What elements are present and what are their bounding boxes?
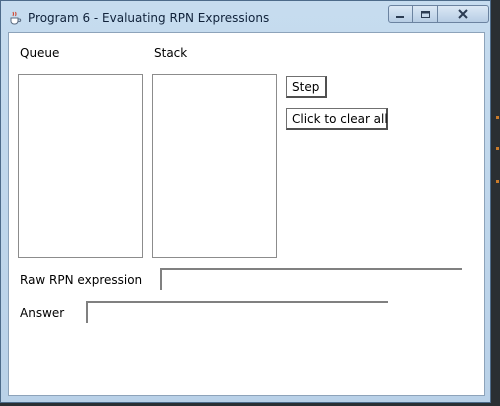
java-cup-icon: [10, 11, 22, 25]
clear-all-button[interactable]: Click to clear all: [286, 108, 388, 130]
background-mark: [496, 116, 499, 119]
answer-label: Answer: [20, 306, 65, 320]
window-title: Program 6 - Evaluating RPN Expressions: [28, 11, 270, 25]
step-button[interactable]: Step: [286, 76, 327, 98]
background-mark: [496, 180, 499, 183]
queue-label: Queue: [20, 46, 60, 60]
minimize-button[interactable]: [388, 5, 413, 23]
queue-list[interactable]: [18, 74, 143, 258]
stack-list[interactable]: [152, 74, 277, 258]
title-bar[interactable]: Program 6 - Evaluating RPN Expressions: [1, 1, 490, 31]
background-mark: [496, 147, 499, 150]
minimize-icon: [396, 15, 404, 18]
maximize-icon: [420, 10, 430, 18]
maximize-button[interactable]: [413, 5, 438, 23]
raw-rpn-input[interactable]: [160, 268, 462, 290]
close-icon: [458, 9, 468, 19]
content-panel: Queue Stack Step Click to clear all Raw …: [8, 32, 485, 396]
answer-field[interactable]: [86, 301, 388, 323]
close-button[interactable]: [438, 5, 489, 23]
caption-buttons: [388, 5, 489, 23]
app-window: Program 6 - Evaluating RPN Expressions Q…: [0, 0, 491, 403]
raw-rpn-label: Raw RPN expression: [20, 273, 143, 287]
stack-label: Stack: [154, 46, 188, 60]
